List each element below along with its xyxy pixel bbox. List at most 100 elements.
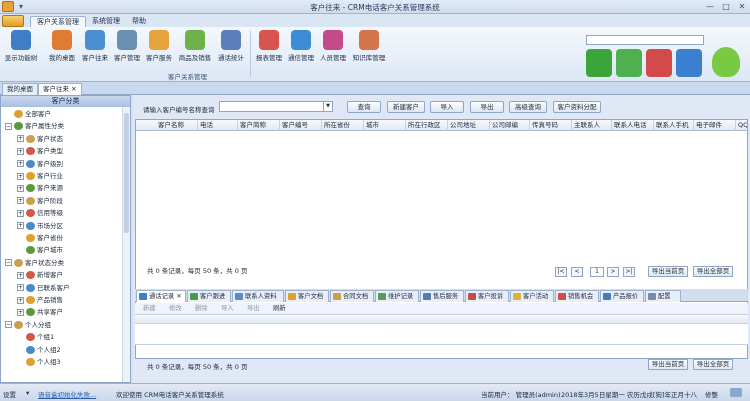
detail-tab[interactable]: 客户文档	[285, 290, 329, 302]
phone-settings-icon[interactable]	[676, 49, 702, 77]
grid-column-header[interactable]: 公司邮编	[490, 120, 530, 131]
tree-node[interactable]: + 客户来源	[17, 184, 63, 193]
customer-contacts-button[interactable]: 客户往来	[80, 30, 110, 62]
close-tab-icon[interactable]: ✕	[174, 293, 181, 300]
tree-node[interactable]: 客户城市	[17, 246, 63, 255]
expand-icon[interactable]: +	[17, 296, 24, 304]
expand-icon[interactable]: +	[17, 197, 24, 205]
tree-node[interactable]: + 已联系客户	[17, 283, 70, 293]
tree-node[interactable]: − 个人分组	[5, 320, 51, 330]
products-sales-button[interactable]: 商品及销售	[176, 30, 214, 62]
answer-phone-icon[interactable]	[616, 49, 642, 77]
delete-button[interactable]: 删除	[195, 304, 208, 314]
doc-tab-customer-contacts[interactable]: 客户往来 ✕	[38, 83, 82, 95]
report-management-button[interactable]: 报表管理	[254, 30, 284, 62]
export-all-pages-button[interactable]: 导出全部页	[693, 266, 733, 277]
tree-node[interactable]: + 共享客户	[17, 308, 63, 317]
voicebox-error-link[interactable]: 语音盒初始化失败...	[38, 389, 96, 399]
call-statistics-button[interactable]: 通话统计	[216, 30, 246, 62]
detail-export-current-page-button[interactable]: 导出当前页	[648, 359, 688, 370]
tree-node[interactable]: + 客户行业	[17, 172, 63, 181]
export-current-page-button[interactable]: 导出当前页	[648, 266, 688, 277]
maximize-button[interactable]: □	[720, 2, 732, 11]
collapse-icon[interactable]: −	[5, 259, 12, 267]
expand-icon[interactable]: +	[17, 222, 24, 230]
tree-node[interactable]: + 产品销售	[17, 296, 63, 305]
detail-tab[interactable]: 售后服务	[420, 290, 464, 302]
settings-label[interactable]: 设置	[3, 389, 16, 399]
tree-node[interactable]: + 信用等级	[17, 209, 63, 218]
detail-tab[interactable]: 通话记录 ✕	[136, 290, 186, 302]
grid-column-header[interactable]: 联系人电话	[612, 120, 654, 131]
expand-icon[interactable]: +	[17, 172, 24, 180]
staff-management-button[interactable]: 人员管理	[318, 30, 348, 62]
first-page-button[interactable]: |<	[555, 267, 567, 277]
tree-node[interactable]: + 市场分区	[17, 221, 63, 231]
grid-column-header[interactable]: QQ	[736, 120, 747, 131]
detail-tab[interactable]: 联系人资料	[232, 290, 284, 302]
new-button[interactable]: 新建	[143, 304, 156, 314]
tree-node[interactable]: 个人组2	[17, 345, 61, 355]
next-page-button[interactable]: >	[607, 267, 619, 277]
tree-node[interactable]: + 客户类型	[17, 147, 63, 156]
grid-column-header[interactable]: 电子邮件	[694, 120, 736, 131]
import-button[interactable]: 导入	[221, 304, 234, 314]
page-number-input[interactable]: 1	[590, 267, 604, 277]
close-button[interactable]: ✕	[736, 2, 748, 11]
show-function-tree-button[interactable]: 显示功能树	[3, 30, 39, 62]
grid-column-header[interactable]: 客户编号	[280, 120, 322, 131]
detail-tab[interactable]: 客户跟进	[187, 290, 231, 302]
advanced-query-button[interactable]: 高级查询	[509, 101, 547, 113]
tree-node[interactable]: + 客户级别	[17, 159, 63, 169]
export-button[interactable]: 导出	[247, 304, 260, 314]
tree-node[interactable]: + 客户阶段	[17, 196, 63, 206]
collapse-icon[interactable]: −	[5, 122, 12, 130]
query-button[interactable]: 查询	[347, 101, 381, 113]
export-button[interactable]: 导出	[470, 101, 504, 113]
new-customer-button[interactable]: 新建客户	[387, 101, 425, 113]
grid-column-header[interactable]: 传真号码	[530, 120, 572, 131]
prev-page-button[interactable]: <	[571, 267, 583, 277]
settings-chevron-icon[interactable]: ▾	[26, 389, 29, 397]
communication-management-button[interactable]: 通信管理	[286, 30, 316, 62]
grid-column-header[interactable]: 城市	[364, 120, 406, 131]
chevron-down-icon[interactable]: ▼	[323, 102, 332, 111]
doc-tab-my-desktop[interactable]: 我的桌面	[2, 83, 38, 95]
knowledge-base-button[interactable]: 知识库管理	[350, 30, 388, 62]
grid-column-header[interactable]: 所在省份	[322, 120, 364, 131]
tree-node[interactable]: 个组1	[17, 333, 54, 342]
tree-node[interactable]: − 客户属性分类	[5, 122, 64, 131]
edit-button[interactable]: 修改	[169, 304, 182, 314]
expand-icon[interactable]: +	[17, 308, 24, 316]
expand-icon[interactable]: +	[17, 160, 24, 168]
refresh-button[interactable]: 刷新	[273, 304, 286, 314]
expand-icon[interactable]: +	[17, 184, 24, 192]
expand-icon[interactable]: +	[17, 284, 24, 292]
detail-tab[interactable]: 销售机会	[555, 290, 599, 302]
tree-scrollbar[interactable]	[122, 107, 130, 382]
detail-tab[interactable]: 配置	[645, 290, 681, 302]
phone-number-input[interactable]	[586, 35, 704, 45]
tree-node[interactable]: + 客户状态	[17, 134, 63, 144]
tree-node[interactable]: − 客户状态分类	[5, 258, 64, 268]
import-button[interactable]: 导入	[430, 101, 464, 113]
customer-service-button[interactable]: 客户服务	[144, 30, 174, 62]
my-desktop-button[interactable]: 我的桌面	[46, 30, 78, 62]
expand-icon[interactable]: +	[17, 147, 24, 155]
dial-phone-icon[interactable]	[586, 49, 612, 77]
grid-column-header[interactable]: 所在行政区	[406, 120, 448, 131]
expand-icon[interactable]: +	[17, 135, 24, 143]
detail-tab[interactable]: 维护记录	[375, 290, 419, 302]
tree-node[interactable]: 客户省份	[17, 234, 63, 243]
hangup-phone-icon[interactable]	[646, 49, 672, 77]
tree-scrollbar-thumb[interactable]	[124, 113, 129, 233]
tree-node[interactable]: 全部客户	[5, 110, 51, 119]
lock-icon[interactable]	[730, 388, 742, 397]
grid-column-header[interactable]: 电话	[198, 120, 238, 131]
tree-node[interactable]: 个人组3	[17, 358, 61, 367]
minimize-button[interactable]: —	[704, 2, 716, 11]
grid-column-header[interactable]: 公司地址	[448, 120, 490, 131]
application-menu-button[interactable]	[2, 15, 24, 27]
grid-column-header[interactable]: 客户简称	[238, 120, 280, 131]
grid-column-header[interactable]: 主联系人	[572, 120, 612, 131]
